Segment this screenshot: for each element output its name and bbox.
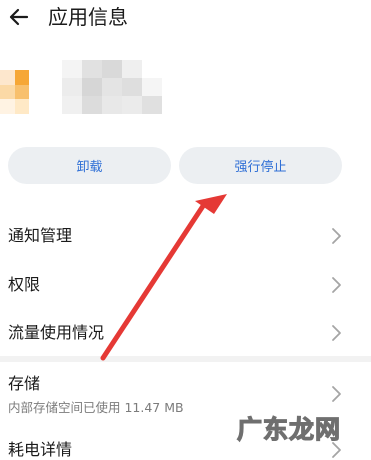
watermark-text: 广东龙网 bbox=[236, 414, 342, 444]
section-divider bbox=[0, 356, 371, 362]
uninstall-button[interactable]: 卸载 bbox=[8, 147, 171, 184]
list-item-label: 通知管理 bbox=[8, 226, 73, 245]
app-header bbox=[0, 55, 371, 125]
top-bar: 应用信息 bbox=[0, 0, 371, 38]
list-item-label: 耗电详情 bbox=[8, 440, 73, 459]
list-item-notifications[interactable]: 通知管理 bbox=[0, 218, 371, 254]
chevron-right-icon bbox=[332, 386, 341, 402]
chevron-right-icon bbox=[332, 277, 341, 293]
chevron-right-icon bbox=[332, 228, 341, 244]
app-icon bbox=[0, 70, 44, 114]
list-item-storage[interactable]: 存储 内部存储空间已使用 11.47 MB bbox=[0, 368, 371, 420]
list-item-label: 权限 bbox=[8, 275, 41, 294]
list-item-data-usage[interactable]: 流量使用情况 bbox=[0, 313, 371, 349]
storage-usage-text: 内部存储空间已使用 11.47 MB bbox=[8, 400, 184, 415]
arrow-left-icon bbox=[9, 8, 29, 26]
chevron-right-icon bbox=[332, 325, 341, 341]
app-name-obscured bbox=[62, 60, 162, 114]
page-title: 应用信息 bbox=[48, 5, 128, 29]
force-stop-button[interactable]: 强行停止 bbox=[179, 147, 342, 184]
list-item-label: 存储 bbox=[8, 374, 41, 393]
back-button[interactable] bbox=[6, 4, 32, 30]
list-item-label: 流量使用情况 bbox=[8, 323, 105, 342]
list-item-permissions[interactable]: 权限 bbox=[0, 265, 371, 301]
